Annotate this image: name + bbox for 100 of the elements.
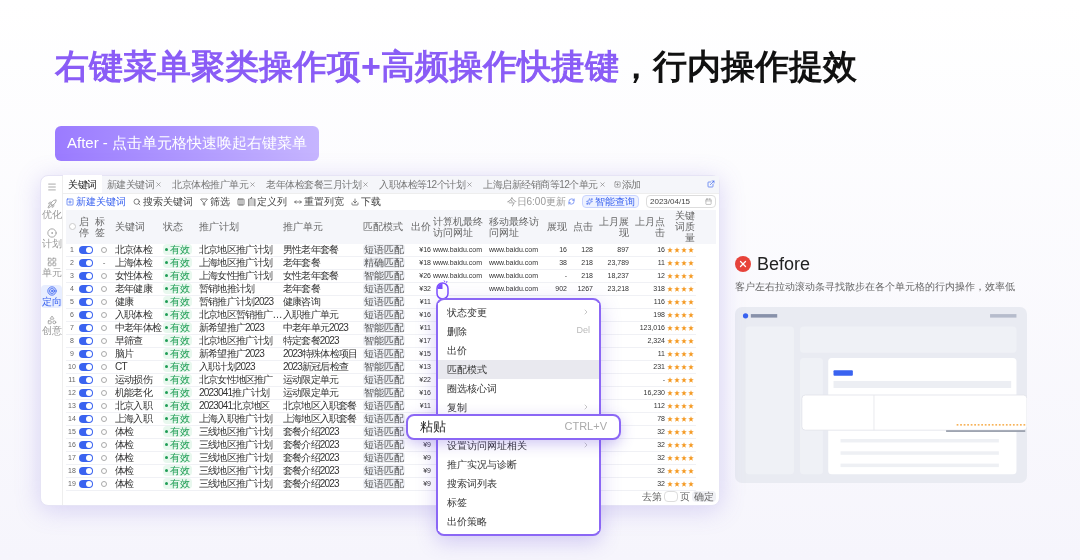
table-cell: 健康咨询 — [283, 296, 320, 307]
toggle-switch[interactable] — [79, 440, 93, 449]
toggle-switch[interactable] — [79, 258, 93, 267]
toggle-switch[interactable] — [79, 375, 93, 384]
download-icon — [351, 197, 359, 206]
status-tag: 有效 — [163, 413, 192, 424]
table-cell: 套餐介绍2023 — [283, 439, 339, 450]
status-tag: 有效 — [163, 296, 192, 307]
toggle-switch[interactable] — [79, 323, 93, 332]
toggle-switch[interactable] — [79, 245, 93, 254]
table-cell: 中老年体检 — [115, 322, 161, 333]
close-icon[interactable] — [466, 180, 474, 188]
toggle-switch[interactable] — [79, 271, 93, 280]
paste-menu-item[interactable]: 粘贴 CTRL+V — [406, 413, 621, 440]
table-cell: 套餐介绍2023 — [283, 465, 339, 476]
column-header: 移动最终访问网址 — [488, 215, 540, 238]
refresh-icon[interactable] — [568, 198, 575, 205]
search-keyword-button[interactable]: 搜索关键词 — [133, 196, 193, 207]
table-cell: 上海体检 — [115, 257, 152, 268]
close-icon[interactable] — [249, 180, 256, 188]
menu-icon[interactable] — [46, 181, 57, 192]
status-tag: 有效 — [163, 439, 192, 450]
grid-icon — [46, 256, 57, 267]
toggle-switch[interactable] — [79, 297, 93, 306]
match-tag: 短语匹配 — [363, 452, 405, 463]
close-icon[interactable] — [362, 180, 369, 188]
close-icon[interactable] — [598, 180, 606, 188]
table-cell: 健康 — [115, 296, 134, 307]
table-cell: 上海女性推广计划 — [199, 270, 273, 281]
status-tag: 有效 — [163, 322, 192, 333]
match-tag: 智能匹配 — [363, 270, 405, 281]
match-tag: 短语匹配 — [363, 348, 405, 359]
toggle-switch[interactable] — [79, 284, 93, 293]
table-cell: 北京地区推广计划 — [199, 335, 273, 346]
calendar-icon — [705, 198, 712, 205]
table-cell: 中老年单元2023 — [283, 322, 349, 333]
download-button[interactable]: 下载 — [351, 196, 381, 207]
table-cell: 北京地区入职套餐 — [283, 400, 357, 411]
goto-label: 去第 — [642, 490, 662, 502]
expand-icon[interactable] — [707, 180, 715, 188]
status-tag: 有效 — [163, 309, 192, 320]
add-tab-button[interactable]: 添加 — [610, 175, 644, 193]
reset-width-button[interactable]: 重置列宽 — [294, 196, 344, 207]
close-icon[interactable] — [155, 180, 162, 188]
menu-item[interactable]: 状态变更 — [438, 302, 599, 322]
column-header: 启停 — [78, 215, 90, 238]
custom-columns-button[interactable]: 自定义列 — [237, 196, 287, 207]
column-header: 点击 — [572, 221, 594, 232]
table-cell: 入职推广单元 — [283, 309, 339, 320]
status-tag: 有效 — [163, 374, 192, 385]
table-cell: 2023041北京地区 — [199, 400, 270, 411]
toggle-switch[interactable] — [79, 362, 93, 371]
column-header: 匹配模式 — [362, 221, 404, 232]
status-tag: 有效 — [163, 270, 192, 281]
date-field[interactable]: 2023/04/15 — [646, 195, 716, 208]
column-header: 关键词质量 — [674, 210, 696, 243]
match-tag: 短语匹配 — [363, 309, 405, 320]
table-cell: 男性老年套餐 — [283, 244, 339, 255]
toggle-switch[interactable] — [79, 336, 93, 345]
tab[interactable]: 北京体检推广单元 — [167, 175, 261, 193]
column-header: 状态 — [162, 221, 184, 232]
table-cell: 运动损伤 — [115, 374, 152, 385]
table-cell: 北京体检 — [115, 244, 152, 255]
table-cell: 2023041推广计划 — [199, 387, 270, 398]
update-note: 今日6:00更新 — [506, 196, 575, 207]
after-badge: After - 点击单元格快速唤起右键菜单 — [55, 126, 319, 161]
filter-button[interactable]: 筛选 — [200, 196, 230, 207]
toggle-switch[interactable] — [79, 466, 93, 475]
status-tag: 有效 — [163, 452, 192, 463]
toggle-switch[interactable] — [79, 388, 93, 397]
column-header: 展现 — [546, 221, 568, 232]
tab[interactable]: 新建关键词 — [101, 175, 167, 193]
rocket-icon — [46, 198, 57, 209]
page-input[interactable] — [664, 490, 678, 502]
table-cell: 老年套餐 — [283, 283, 320, 294]
table-cell: 暂销推广计划2023 — [199, 296, 274, 307]
column-header: 出价 — [410, 221, 432, 232]
smart-query-button[interactable]: 智能查询 — [582, 195, 639, 208]
tab[interactable]: 老年体检套餐三月计划 — [261, 175, 374, 193]
plus-icon — [66, 197, 74, 206]
toggle-switch[interactable] — [79, 453, 93, 462]
table-cell: 北京入职 — [115, 400, 152, 411]
before-label: Before — [757, 252, 811, 275]
tab[interactable]: 关键词 — [63, 175, 102, 193]
header-checkbox[interactable] — [68, 223, 76, 230]
toggle-switch[interactable] — [79, 401, 93, 410]
sidebar-item[interactable]: 定向 — [41, 284, 62, 308]
table-cell: 上海入职 — [115, 413, 152, 424]
status-tag: 有效 — [163, 348, 192, 359]
table-cell: 三线地区推广计划 — [199, 452, 273, 463]
toggle-switch[interactable] — [79, 310, 93, 319]
confirm-button[interactable]: 确定 — [692, 490, 716, 502]
match-tag: 短语匹配 — [363, 439, 405, 450]
tab[interactable]: 上海启新经销商等12个单元 — [478, 175, 611, 193]
toggle-switch[interactable] — [79, 414, 93, 423]
toggle-switch[interactable] — [79, 479, 93, 488]
toggle-switch[interactable] — [79, 427, 93, 436]
tab[interactable]: 入职体检等12个计划 — [374, 175, 479, 193]
toggle-switch[interactable] — [79, 349, 93, 358]
new-keyword-button[interactable]: 新建关键词 — [66, 196, 126, 207]
